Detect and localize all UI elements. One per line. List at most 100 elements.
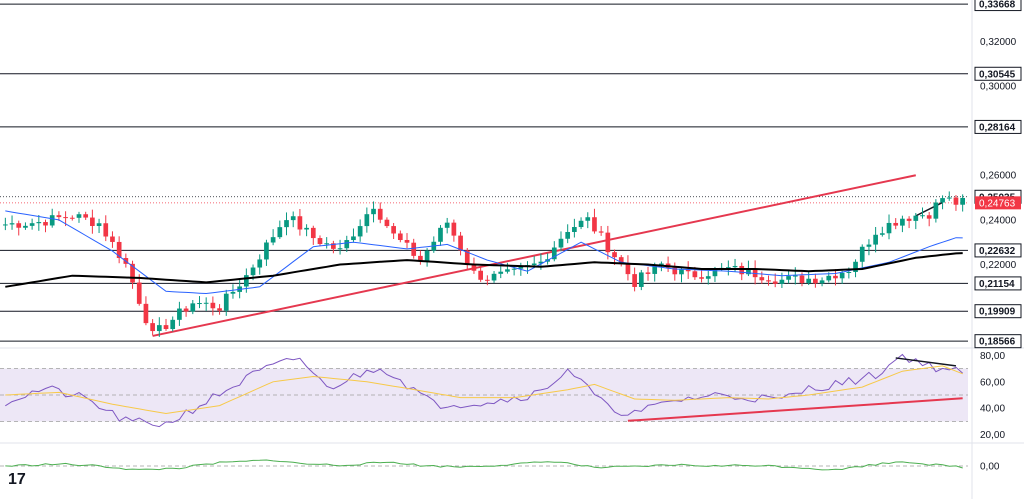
level-label-text: 0,21154 (979, 279, 1015, 290)
candle-body (217, 308, 222, 311)
candle-body (183, 308, 189, 312)
candle-body (712, 268, 718, 277)
level-label[interactable]: 0,30545 (974, 66, 1022, 81)
candle-body (679, 269, 684, 275)
candle-body (705, 276, 711, 279)
candle-body (377, 208, 383, 220)
candle-body (424, 250, 430, 261)
level-label-text: 0,19909 (979, 307, 1016, 318)
axis-tick-label: 0,22000 (980, 260, 1017, 271)
candle-body (244, 275, 249, 287)
level-label[interactable]: 0,28164 (974, 119, 1022, 134)
candle-body (585, 217, 591, 221)
candle-body (9, 223, 15, 225)
candle-body (766, 280, 771, 282)
level-label[interactable]: 0,22632 (974, 243, 1022, 258)
candle-body (806, 278, 812, 283)
candle-body (230, 291, 236, 294)
candle-body (63, 217, 68, 219)
candle-body (156, 325, 162, 332)
trading-chart[interactable]: 0,32000 0,30000 0,26000 0,24000 0,22000 80,00… (0, 0, 1024, 499)
candle-body (953, 197, 959, 205)
candle-body (692, 271, 698, 278)
candle-body (853, 261, 858, 272)
candle-body (926, 215, 932, 219)
candle-body (511, 268, 517, 270)
candle-body (177, 308, 182, 320)
candle-body (739, 265, 745, 275)
level-label-text: 0,22632 (979, 246, 1016, 257)
tradingview-logo-icon[interactable]: 17 (8, 471, 26, 488)
candle-body (96, 223, 102, 226)
candle-body (290, 216, 296, 221)
candle-body (598, 231, 604, 233)
candle-body (933, 202, 939, 219)
level-label[interactable]: 0,21154 (974, 276, 1022, 291)
candle-body (859, 246, 865, 262)
candle-body (203, 302, 209, 304)
candle-body (43, 222, 48, 226)
candle-body (257, 259, 263, 268)
candle-body (846, 271, 852, 273)
candle-body (879, 233, 885, 235)
candle-body (49, 215, 55, 226)
axis-tick-label: 60,00 (980, 377, 1005, 388)
candle-body (277, 227, 283, 238)
candle-body (384, 219, 390, 227)
level-label[interactable]: 0,19909 (974, 304, 1022, 319)
current-price-tag[interactable]: 0,24763 (975, 196, 1021, 210)
axis-tick-label: 0,24000 (980, 215, 1017, 226)
candle-body (190, 303, 196, 312)
candle-body (136, 282, 142, 304)
candle-body (913, 215, 919, 221)
candle-body (36, 222, 42, 224)
candle-body (444, 222, 450, 228)
candle-body (645, 272, 651, 274)
candle-body (819, 280, 825, 284)
candle-body (759, 277, 765, 281)
candle-body (906, 218, 912, 221)
candle-body (772, 281, 778, 284)
candle-body (605, 232, 611, 253)
candle-body (485, 279, 490, 281)
level-label-text: 0,28164 (979, 122, 1016, 133)
candle-body (505, 269, 510, 272)
candle-body (371, 208, 376, 215)
candle-body (866, 244, 872, 247)
candle-body (799, 275, 805, 283)
candle-body (946, 197, 952, 199)
level-label[interactable]: 0,18566 (974, 334, 1022, 349)
level-label-text: 0,30545 (979, 69, 1016, 80)
candle-body (920, 215, 925, 217)
candle-body (56, 215, 62, 218)
candle-body (458, 235, 463, 251)
candle-body (404, 240, 410, 243)
axis-tick-label: 0,26000 (980, 171, 1017, 182)
candle-body (833, 275, 838, 279)
candle-body (223, 293, 229, 311)
candle-body (813, 278, 818, 284)
candle-body (491, 273, 497, 281)
candle-body (960, 197, 965, 205)
candle-body (612, 252, 617, 258)
candle-body (210, 302, 216, 309)
candle-body (391, 226, 396, 234)
candle-body (638, 272, 644, 287)
candle-body (451, 222, 457, 236)
candle-body (826, 275, 832, 281)
candle-body (592, 217, 597, 232)
candle-body (23, 225, 28, 228)
level-label[interactable]: 0,33668 (974, 0, 1022, 12)
candle-body (625, 263, 631, 275)
axis-tick-label: 0,32000 (980, 37, 1017, 48)
axis-tick-label: 40,00 (980, 404, 1005, 415)
candle-body (29, 223, 35, 226)
candle-body (297, 216, 303, 230)
candle-body (170, 319, 176, 330)
candle-body (284, 220, 289, 228)
candle-body (779, 279, 785, 284)
candle-body (83, 214, 89, 218)
candle-body (90, 217, 95, 226)
candle-body (886, 222, 892, 234)
axis-tick-label: 80,00 (980, 351, 1005, 362)
